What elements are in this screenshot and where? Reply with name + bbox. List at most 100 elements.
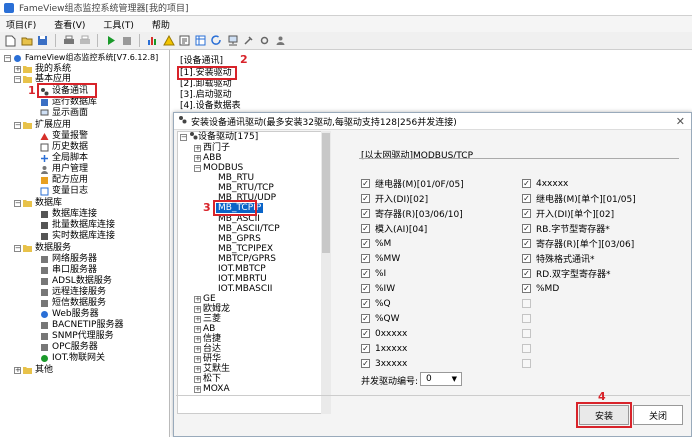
checkbox-pct-md[interactable]: ✓ %MD (522, 283, 559, 294)
checkbox-rb[interactable]: ✓ RB.字节型寄存器* (522, 223, 610, 235)
settings-icon[interactable] (258, 34, 271, 47)
tree-item-db-connect[interactable]: 数据库连接 (40, 209, 97, 219)
tools-icon[interactable] (242, 34, 255, 47)
checkbox-rd[interactable]: ✓ RD.双字型寄存器* (522, 268, 611, 280)
driver-group-advantech[interactable]: + 研华 (194, 354, 221, 364)
checkbox-box[interactable]: ✓ (361, 284, 370, 293)
driver-group-mitsubishi[interactable]: + 三菱 (194, 314, 221, 324)
tree-item-batch-db[interactable]: 批量数据库连接 (40, 220, 115, 230)
tree-item-recipes[interactable]: 配方应用 (40, 175, 88, 185)
expand-toggle[interactable]: + (194, 355, 201, 363)
tree-item-bacnet[interactable]: BACNETIP服务器 (40, 320, 123, 330)
chart-icon[interactable] (146, 34, 159, 47)
driver-group-emerson[interactable]: + 艾默生 (194, 364, 230, 374)
tree-item-realtime-db[interactable]: 实时数据库连接 (40, 231, 115, 241)
checkbox-box[interactable]: ✓ (522, 194, 531, 203)
checkbox-special-format[interactable]: ✓ 特殊格式通讯* (522, 253, 595, 265)
checkbox-di[interactable]: ✓ 开入(DI)[02] (361, 193, 428, 205)
expand-toggle[interactable]: + (194, 325, 201, 333)
checkbox-box[interactable]: ✓ (361, 299, 370, 308)
menu-help[interactable]: 帮助 (152, 18, 170, 31)
driver-group-abb[interactable]: + ABB (194, 153, 222, 163)
expand-toggle[interactable]: + (194, 335, 201, 343)
collapse-toggle[interactable]: − (194, 164, 201, 172)
expand-toggle[interactable]: + (194, 315, 201, 323)
checkbox-box[interactable]: ✓ (522, 284, 531, 293)
expand-toggle[interactable]: + (194, 345, 201, 353)
driver-group-siemens[interactable]: + 西门子 (194, 143, 230, 153)
stop-icon[interactable] (120, 34, 133, 47)
collapse-toggle[interactable]: − (14, 244, 21, 252)
print-icon[interactable] (62, 34, 75, 47)
driver-item[interactable]: MB_ASCII/TCP (218, 224, 280, 234)
run-icon[interactable] (104, 34, 117, 47)
checkbox-box[interactable]: ✓ (361, 179, 370, 188)
scrollbar-thumb[interactable] (322, 133, 330, 253)
checkbox-box[interactable]: ✓ (522, 224, 531, 233)
new-file-icon[interactable] (4, 34, 17, 47)
checkbox-pct-qw[interactable]: ✓ %QW (361, 313, 400, 324)
driver-item[interactable]: MB_TCPIPEX (218, 244, 273, 254)
save-icon[interactable] (36, 34, 49, 47)
driver-item[interactable]: MBTCP/GPRS (218, 254, 276, 264)
tree-item-data-services[interactable]: − 数据服务 (14, 243, 71, 253)
action-device-table[interactable]: [4].设备数据表 (180, 101, 241, 111)
tree-item-my-system[interactable]: + 我的系统 (14, 64, 71, 74)
menu-view[interactable]: 查看(V) (54, 18, 85, 31)
driver-item[interactable]: MB_RTU/TCP (218, 183, 274, 193)
collapse-toggle[interactable]: − (14, 75, 21, 83)
open-folder-icon[interactable] (20, 34, 33, 47)
checkbox-box[interactable]: ✓ (361, 209, 370, 218)
driver-item[interactable]: IOT.MBRTU (218, 274, 267, 284)
tree-item-var-log[interactable]: 变量日志 (40, 186, 88, 196)
tree-item-sms[interactable]: 短信数据服务 (40, 298, 106, 308)
checkbox-1xxxxx[interactable]: ✓ 1xxxxx (361, 343, 407, 354)
print-preview-icon[interactable] (78, 34, 91, 47)
driver-group-delta[interactable]: + 台达 (194, 344, 221, 354)
checkbox-0xxxxx[interactable]: ✓ 0xxxxx (361, 328, 407, 339)
expand-toggle[interactable]: + (14, 65, 21, 73)
checkbox-box[interactable]: ✓ (522, 269, 531, 278)
expand-toggle[interactable]: + (194, 365, 201, 373)
menu-project[interactable]: 项目(F) (6, 18, 36, 31)
tree-item-ext-apps[interactable]: − 扩展应用 (14, 120, 71, 130)
driver-group-modbus[interactable]: − MODBUS (194, 163, 243, 173)
driver-item[interactable]: MB_GPRS (218, 234, 261, 244)
menu-tools[interactable]: 工具(T) (103, 18, 134, 31)
checkbox-box[interactable]: ✓ (522, 254, 531, 263)
checkbox-box[interactable]: ✓ (361, 344, 370, 353)
tree-item-iot[interactable]: IOT.物联网关 (40, 353, 105, 363)
close-button[interactable]: 关闭 (633, 405, 683, 425)
expand-toggle[interactable]: + (194, 385, 201, 393)
driver-group-panasonic[interactable]: + 松下 (194, 374, 221, 384)
checkbox-box[interactable]: ✓ (361, 194, 370, 203)
checkbox-pct-mw[interactable]: ✓ %MW (361, 253, 400, 264)
tree-item-global-script[interactable]: 全局脚本 (40, 153, 88, 163)
checkbox-pct-m[interactable]: ✓ %M (361, 238, 391, 249)
checkbox-pct-iw[interactable]: ✓ %IW (361, 283, 395, 294)
driver-group-xinje[interactable]: + 信捷 (194, 334, 221, 344)
tree-item-runtime-db[interactable]: 运行数据库 (40, 97, 97, 107)
checkbox-pct-q[interactable]: ✓ %Q (361, 298, 391, 309)
action-uninstall-driver[interactable]: [2].卸载驱动 (180, 79, 232, 89)
checkbox-3xxxxx[interactable]: ✓ 3xxxxx (361, 358, 407, 369)
table-icon[interactable] (194, 34, 207, 47)
driver-group-omron[interactable]: + 欧姆龙 (194, 304, 230, 314)
checkbox-box[interactable]: ✓ (361, 314, 370, 323)
expand-toggle[interactable]: + (194, 305, 201, 313)
tree-item-screens[interactable]: 显示画面 (40, 108, 88, 118)
tree-item-history[interactable]: 历史数据 (40, 142, 88, 152)
checkbox-box[interactable]: ✓ (361, 269, 370, 278)
tree-item-net-server[interactable]: 网络服务器 (40, 254, 97, 264)
driver-group-ge[interactable]: + GE (194, 294, 216, 304)
checkbox-coil[interactable]: ✓ 继电器(M)[01/0F/05] (361, 178, 464, 190)
checkbox-register-single[interactable]: ✓ 寄存器(R)[单个][03/06] (522, 238, 634, 250)
collapse-toggle[interactable]: − (4, 54, 11, 62)
tree-item-remote[interactable]: 远程连接服务 (40, 287, 106, 297)
checkbox-ai[interactable]: ✓ 模入(AI)[04] (361, 223, 427, 235)
checkbox-box[interactable]: ✓ (361, 224, 370, 233)
driver-item[interactable]: IOT.MBASCII (218, 284, 272, 294)
checkbox-register[interactable]: ✓ 寄存器(R)[03/06/10] (361, 208, 463, 220)
tree-item-web-server[interactable]: Web服务器 (40, 309, 99, 319)
checkbox-coil-single[interactable]: ✓ 继电器(M)[单个][01/05] (522, 193, 636, 205)
